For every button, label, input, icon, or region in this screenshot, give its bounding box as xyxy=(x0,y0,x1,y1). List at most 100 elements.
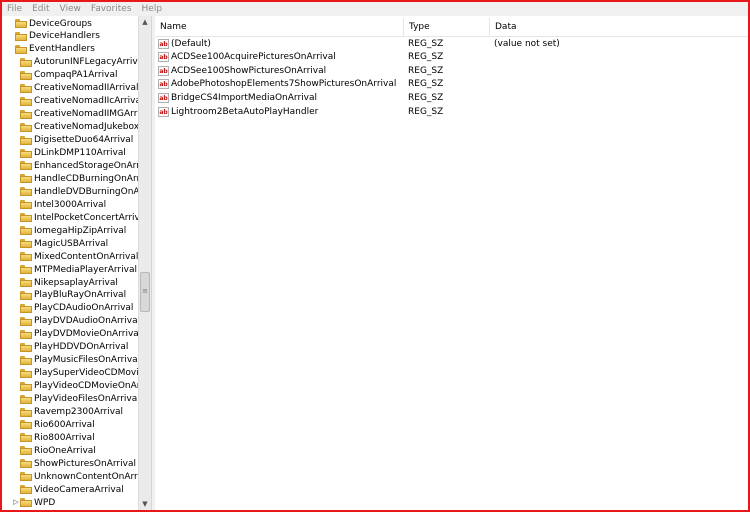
expand-arrow-icon[interactable] xyxy=(12,198,20,211)
expand-arrow-icon[interactable] xyxy=(12,457,20,470)
tree-item[interactable]: EventHandlers xyxy=(7,43,95,56)
expand-arrow-icon[interactable] xyxy=(12,431,20,444)
tree-item[interactable]: NikepsaplayArrival xyxy=(12,276,118,289)
tree-item[interactable]: ShowPicturesOnArrival xyxy=(12,457,136,470)
tree-item[interactable]: PlayDVDAudioOnArrival xyxy=(12,315,139,328)
expand-arrow-icon[interactable] xyxy=(12,470,20,483)
expand-arrow-icon[interactable] xyxy=(12,276,20,289)
expand-arrow-icon[interactable] xyxy=(12,418,20,431)
tree-item[interactable]: Rio600Arrival xyxy=(12,418,95,431)
expand-arrow-icon[interactable] xyxy=(12,159,20,172)
tree-item[interactable]: RioOneArrival xyxy=(12,444,96,457)
folder-icon xyxy=(20,407,32,417)
tree-item[interactable]: MTPMediaPlayerArrival xyxy=(12,263,137,276)
expand-arrow-icon[interactable] xyxy=(12,108,20,121)
expand-arrow-icon[interactable] xyxy=(12,121,20,134)
tree-item[interactable]: HandleDVDBurningOnArrival xyxy=(12,185,139,198)
expand-arrow-icon[interactable] xyxy=(12,354,20,367)
expand-arrow-icon[interactable] xyxy=(12,406,20,419)
tree-item[interactable]: UnknownContentOnArrival xyxy=(12,470,139,483)
expand-arrow-icon[interactable] xyxy=(7,43,15,56)
tree-item[interactable]: CreativeNomadIIMGArrival xyxy=(12,108,139,121)
folder-icon xyxy=(20,459,32,469)
tree-item[interactable]: CreativeNomadIIArrival xyxy=(12,82,139,95)
tree-item[interactable]: VideoCameraArrival xyxy=(12,483,124,496)
folder-icon xyxy=(20,394,32,404)
tree-item[interactable]: HandleCDBurningOnArrival xyxy=(12,172,139,185)
expand-arrow-icon[interactable] xyxy=(12,341,20,354)
menu-help[interactable]: Help xyxy=(137,2,168,16)
expand-arrow-icon[interactable] xyxy=(12,185,20,198)
tree-item[interactable]: PlayVideoFilesOnArrival xyxy=(12,393,139,406)
tree-item[interactable]: CreativeNomadJukeboxArrival xyxy=(12,121,139,134)
expand-arrow-icon[interactable] xyxy=(12,224,20,237)
expand-arrow-icon[interactable] xyxy=(12,211,20,224)
scroll-up-icon[interactable]: ▲ xyxy=(139,16,151,28)
tree-item[interactable]: Intel3000Arrival xyxy=(12,198,106,211)
expand-arrow-icon[interactable] xyxy=(12,444,20,457)
tree-item[interactable]: ▷ WPD xyxy=(12,496,55,509)
expand-arrow-icon[interactable]: ▷ xyxy=(12,496,20,509)
expand-arrow-icon[interactable] xyxy=(12,134,20,147)
table-row[interactable]: ab (Default) REG_SZ (value not set) xyxy=(155,37,748,50)
column-header-name[interactable]: Name xyxy=(155,18,404,36)
expand-arrow-icon[interactable] xyxy=(12,315,20,328)
expand-arrow-icon[interactable] xyxy=(12,82,20,95)
expand-arrow-icon[interactable] xyxy=(12,289,20,302)
tree-item[interactable]: PlayMusicFilesOnArrival xyxy=(12,354,139,367)
table-row[interactable]: ab Lightroom2BetaAutoPlayHandler REG_SZ xyxy=(155,105,748,118)
tree-item[interactable]: MixedContentOnArrival xyxy=(12,250,138,263)
tree-item[interactable]: PlayHDDVDOnArrival xyxy=(12,341,128,354)
menu-favorites[interactable]: Favorites xyxy=(86,2,137,16)
tree-item[interactable]: AutorunINFLegacyArrival xyxy=(12,56,139,69)
menu-edit[interactable]: Edit xyxy=(27,2,54,16)
tree-item[interactable]: PlayDVDMovieOnArrival xyxy=(12,328,139,341)
expand-arrow-icon[interactable] xyxy=(12,483,20,496)
tree-item[interactable]: IntelPocketConcertArrival xyxy=(12,211,139,224)
tree-item[interactable]: EnhancedStorageOnArrival xyxy=(12,159,139,172)
tree-item-label: ShowPicturesOnArrival xyxy=(34,458,136,469)
table-row[interactable]: ab ACDSee100AcquirePicturesOnArrival REG_S… xyxy=(155,51,748,64)
expand-arrow-icon[interactable] xyxy=(12,328,20,341)
tree-scrollbar[interactable]: ▲ ≡ ▼ xyxy=(138,16,151,510)
table-row[interactable]: ab AdobePhotoshopElements7ShowPicturesOnA… xyxy=(155,78,748,91)
expand-arrow-icon[interactable] xyxy=(12,250,20,263)
tree-item[interactable]: PlayVideoCDMovieOnArrival xyxy=(12,380,139,393)
tree-item[interactable]: CompaqPA1Arrival xyxy=(12,69,117,82)
tree-item[interactable]: DLinkDMP110Arrival xyxy=(12,147,126,160)
value-type: REG_SZ xyxy=(408,52,444,63)
tree-item[interactable]: Rio800Arrival xyxy=(12,431,95,444)
table-row[interactable]: ab ACDSee100ShowPicturesOnArrival REG_SZ xyxy=(155,64,748,77)
column-header-type[interactable]: Type xyxy=(404,18,490,36)
tree-item[interactable]: IomegaHipZipArrival xyxy=(12,224,126,237)
expand-arrow-icon[interactable] xyxy=(12,95,20,108)
expand-arrow-icon[interactable] xyxy=(12,393,20,406)
menu-file[interactable]: File xyxy=(2,2,27,16)
table-row[interactable]: ab BridgeCS4ImportMediaOnArrival REG_SZ xyxy=(155,91,748,104)
tree-item[interactable]: DeviceGroups xyxy=(7,17,92,30)
column-header-data[interactable]: Data xyxy=(490,18,748,36)
tree-item[interactable]: PlaySuperVideoCDMovieOnArrival xyxy=(12,367,139,380)
expand-arrow-icon[interactable] xyxy=(12,237,20,250)
expand-arrow-icon[interactable] xyxy=(12,147,20,160)
tree-item[interactable]: PlayCDAudioOnArrival xyxy=(12,302,133,315)
registry-key-tree[interactable]: DeviceGroups DeviceHandlers EventHandlers A… xyxy=(2,16,139,510)
tree-item[interactable]: DigisetteDuo64Arrival xyxy=(12,134,133,147)
tree-item[interactable]: CreativeNomadIIcArrival xyxy=(12,95,139,108)
expand-arrow-icon[interactable] xyxy=(12,172,20,185)
scroll-thumb[interactable]: ≡ xyxy=(140,272,150,312)
expand-arrow-icon[interactable] xyxy=(7,30,15,43)
tree-item[interactable]: DeviceHandlers xyxy=(7,30,100,43)
scroll-down-icon[interactable]: ▼ xyxy=(139,498,151,510)
expand-arrow-icon[interactable] xyxy=(12,263,20,276)
expand-arrow-icon[interactable] xyxy=(12,56,20,69)
menu-view[interactable]: View xyxy=(55,2,86,16)
expand-arrow-icon[interactable] xyxy=(7,17,15,30)
tree-item[interactable]: PlayBluRayOnArrival xyxy=(12,289,126,302)
tree-item[interactable]: MagicUSBArrival xyxy=(12,237,108,250)
expand-arrow-icon[interactable] xyxy=(12,302,20,315)
expand-arrow-icon[interactable] xyxy=(12,380,20,393)
expand-arrow-icon[interactable] xyxy=(12,367,20,380)
tree-item[interactable]: Ravemp2300Arrival xyxy=(12,406,123,419)
expand-arrow-icon[interactable] xyxy=(12,69,20,82)
